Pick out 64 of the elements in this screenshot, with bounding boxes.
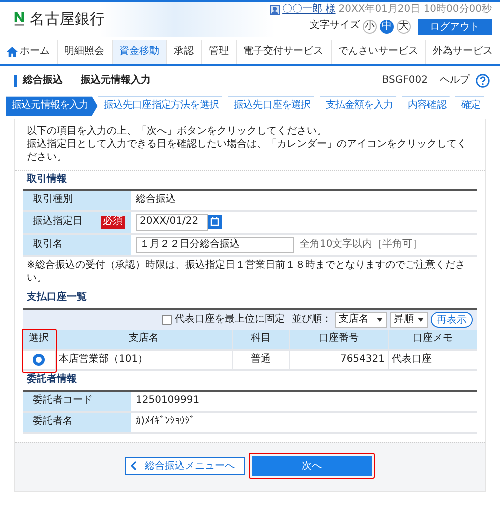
field-hint: 全角10文字以内［半角可］ [300,238,423,251]
field-label-cell: 委託者コード [23,392,131,410]
field-value: 1250109991 [136,394,200,408]
user-icon [270,5,280,16]
column-header: 口座番号 [289,330,388,348]
date-field[interactable]: 20XX/01/22 [136,214,208,230]
logout-button[interactable]: ログアウト [418,18,492,34]
bank-logo-icon [14,11,26,28]
nav-tab[interactable]: 外為サービス [425,40,500,64]
field-label: 振込指定日 [33,216,83,228]
section-title: 支払口座一覧 [27,292,88,304]
column-header: 選択 [28,332,50,346]
nav-tab[interactable]: でんさいサービス [330,40,426,64]
back-button[interactable]: 総合振込メニューへ [125,456,245,474]
field-label: 取引種別 [33,194,73,207]
refresh-button[interactable]: 再表示 [431,312,473,328]
column-header: 支店名 [55,330,232,348]
bank-name: 名古屋銀行 [30,10,105,29]
help-icon[interactable] [476,74,490,88]
sort-field-dropdown[interactable]: 支店名 [335,312,387,328]
font-size-button[interactable]: 中 [380,20,394,34]
nav-tab[interactable]: 管理 [201,40,236,64]
sort-label: 並び順： [292,314,332,326]
font-size-button[interactable]: 小 [363,20,377,34]
instruction-text: 以下の項目を入力の上、「次へ」ボタンをクリックしてください。 [27,124,328,138]
page-title: 振込元情報入力 [81,74,152,88]
instruction-text: 振込指定日として入力できる日を確認したい場合は、「カレンダー」のアイコンをクリックしてください。 [27,138,468,164]
field-label-cell: 委託者名 [23,412,131,432]
progress-step: 振込元情報を入力 [6,96,98,116]
field-value: 総合振込 [136,194,176,207]
section-title: 委託者情報 [27,374,78,386]
login-datetime: 20XX年01月20日 10時00分00秒 [338,4,492,16]
table-cell: 7654321 [289,350,388,369]
font-size-button[interactable]: 大 [397,20,411,34]
note-text: ※総合振込の受付（承認）時限は、振込指定日１営業日前１８時までとなりますのでご注意ください。 [27,259,466,285]
radio-button[interactable] [34,354,44,365]
title-marker [14,75,17,87]
sort-order-dropdown[interactable]: 昇順 [390,312,428,328]
field-value: ｶ)ﾒｲｷﾞﾝｼｮｳｼﾞ [136,416,195,428]
nav-tab[interactable]: 資金移動 [112,40,166,64]
required-badge: 必須 [101,216,125,228]
calendar-icon[interactable] [208,215,222,230]
checkbox[interactable] [162,314,172,325]
nav-tab[interactable]: ホーム [0,40,57,64]
column-header: 科目 [232,330,289,348]
screen-id: BSGF002 [382,74,428,88]
chevron-left-icon [131,460,137,470]
nav-tab[interactable]: 電子交付サービス [236,40,330,64]
help-link[interactable]: ヘルプ [440,74,470,88]
page-category: 総合振込 [23,74,63,88]
input-field[interactable]: １月２２日分総合振込 [136,236,294,253]
table-cell: 本店営業部（101） [55,350,232,369]
next-button[interactable]: 次へ [252,456,372,476]
user-name-link[interactable]: 〇〇一郎 様 [282,4,336,16]
home-icon [6,46,18,57]
field-label: 取引名 [33,238,63,251]
progress-step: 内容確認 [402,96,456,116]
table-cell: 代表口座 [388,350,477,369]
nav-tab[interactable]: 承認 [166,40,201,64]
table-cell: 普通 [232,350,289,369]
checkbox-label: 代表口座を最上位に固定 [175,314,285,326]
column-header: 口座メモ [388,330,477,348]
section-title: 取引情報 [27,174,68,186]
font-size-label: 文字サイズ [310,20,360,33]
